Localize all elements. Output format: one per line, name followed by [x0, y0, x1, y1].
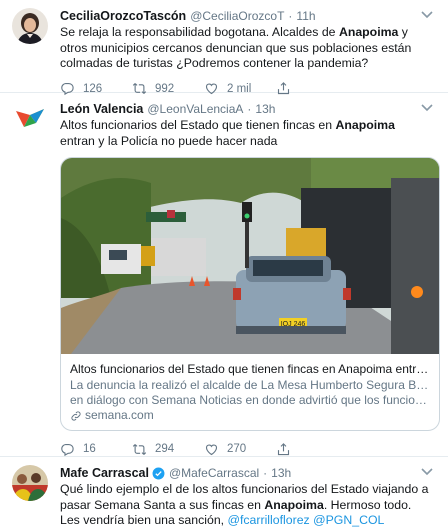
separator: · — [288, 9, 293, 23]
tweet-text: Qué lindo ejemplo el de los altos funcio… — [60, 482, 436, 528]
chevron-down-icon[interactable] — [420, 10, 434, 20]
link-card[interactable]: IOJ 246 Altos funcionarios del Estado qu… — [60, 157, 440, 431]
description-line: en diálogo con Semana Noticias en donde … — [70, 393, 430, 407]
share-icon — [276, 442, 291, 457]
timestamp[interactable]: 11h — [296, 9, 315, 23]
reply-count: 16 — [83, 443, 96, 455]
text-segment: Altos funcionarios del Estado que tienen… — [60, 118, 336, 132]
retweet-button[interactable]: 294 — [132, 442, 204, 457]
avatar[interactable] — [12, 8, 48, 44]
timestamp[interactable]: 13h — [255, 102, 275, 116]
highlighted-keyword: Anapoima — [338, 25, 399, 39]
verified-badge-icon — [152, 467, 165, 479]
description-line: La denuncia la realizó el alcalde de La … — [70, 378, 430, 392]
avatar[interactable] — [12, 101, 48, 137]
text-segment: Se relaja la responsabilidad bogotana. A… — [60, 25, 339, 39]
separator: · — [247, 102, 252, 116]
highlighted-keyword: Anapoima — [264, 497, 324, 512]
link-card-body: Altos funcionarios del Estado que tienen… — [61, 354, 439, 430]
like-button[interactable]: 270 — [204, 442, 276, 457]
mention-link[interactable]: @fcarrilloflorez — [228, 513, 310, 527]
like-count: 270 — [227, 443, 247, 455]
author-name[interactable]: CeciliaOrozcoTascón — [60, 9, 186, 23]
retweet-count: 294 — [155, 443, 175, 455]
share-button[interactable] — [276, 442, 348, 457]
reply-button[interactable]: 16 — [60, 442, 132, 457]
tweet[interactable]: León Valencia @LeonVaLenciaA · 13h Altos… — [0, 93, 448, 457]
link-card-title[interactable]: Altos funcionarios del Estado que tienen… — [70, 362, 430, 377]
author-handle[interactable]: @CeciliaOrozcoT — [190, 9, 284, 23]
mention-link[interactable]: @PGN_COL — [313, 513, 384, 527]
tweet[interactable]: CeciliaOrozcoTascón @CeciliaOrozcoT · 11… — [0, 0, 448, 93]
domain-text: semana.com — [85, 408, 154, 422]
text-segment: entran y la Policía no puede hacer nada — [60, 133, 278, 148]
link-card-image: IOJ 246 — [61, 158, 439, 354]
chevron-down-icon[interactable] — [420, 467, 434, 477]
author-handle[interactable]: @MafeCarrascal — [169, 466, 259, 480]
highlighted-keyword: Anapoima — [335, 118, 395, 132]
tweet-text: Se relaja la responsabilidad bogotana. A… — [60, 25, 436, 72]
tweet-text: Altos funcionarios del Estado que tienen… — [60, 118, 436, 149]
author-name[interactable]: León Valencia — [60, 102, 143, 116]
author-handle[interactable]: @LeonVaLenciaA — [147, 102, 243, 116]
retweet-icon — [132, 442, 147, 457]
chevron-down-icon[interactable] — [420, 103, 434, 113]
tweet[interactable]: Mafe Carrascal @MafeCarrascal · 13h Qué … — [0, 457, 448, 528]
author-name[interactable]: Mafe Carrascal — [60, 466, 149, 480]
timestamp[interactable]: 13h — [271, 466, 291, 480]
separator: · — [263, 466, 268, 480]
link-icon — [71, 410, 81, 421]
heart-icon — [204, 442, 219, 457]
link-card-description: La denuncia la realizó el alcalde de La … — [70, 378, 430, 408]
avatar[interactable] — [12, 465, 48, 501]
reply-icon — [60, 442, 75, 457]
link-card-domain: semana.com — [70, 408, 430, 423]
